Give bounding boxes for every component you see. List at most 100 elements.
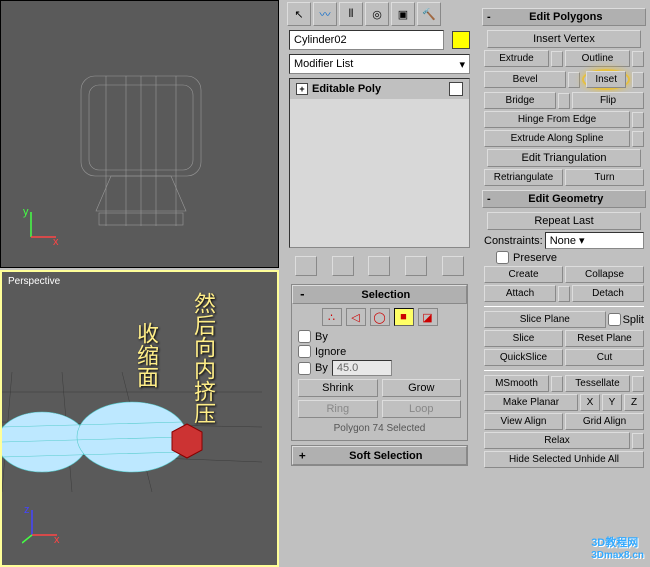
reset-plane-button[interactable]: Reset Plane	[565, 330, 644, 347]
edit-geometry-header[interactable]: -Edit Geometry	[482, 190, 646, 208]
unique-icon[interactable]	[368, 256, 390, 276]
motion-icon[interactable]: ◎	[365, 2, 389, 26]
expand-icon: +	[299, 449, 306, 462]
display-icon[interactable]: ▣	[391, 2, 415, 26]
bridge-button[interactable]: Bridge	[484, 92, 556, 109]
slice-button[interactable]: Slice	[484, 330, 563, 347]
modifier-list-dropdown[interactable]: Modifier List ▾	[289, 54, 470, 74]
planar-x-button[interactable]: X	[580, 394, 600, 411]
edit-tri-button[interactable]: Edit Triangulation	[487, 149, 641, 167]
extrude-spline-settings[interactable]	[632, 131, 644, 147]
msmooth-settings[interactable]	[551, 376, 563, 392]
bevel-button[interactable]: Bevel	[484, 71, 566, 88]
remove-icon[interactable]	[405, 256, 427, 276]
outline-button[interactable]: Outline	[565, 50, 630, 67]
soft-selection-header[interactable]: + Soft Selection	[292, 446, 467, 465]
quickslice-button[interactable]: QuickSlice	[484, 349, 563, 366]
stack-toolbar	[285, 252, 474, 280]
attach-button[interactable]: Attach	[484, 285, 556, 302]
edit-polygons-header[interactable]: -Edit Polygons	[482, 8, 646, 26]
repeat-last-button[interactable]: Repeat Last	[487, 212, 641, 230]
outline-settings[interactable]	[632, 51, 644, 67]
slice-plane-button[interactable]: Slice Plane	[484, 311, 606, 328]
collapse-button[interactable]: Collapse	[565, 266, 644, 283]
make-planar-button[interactable]: Make Planar	[484, 394, 578, 411]
constraints-dropdown[interactable]: None ▾	[545, 232, 644, 249]
flip-button[interactable]: Flip	[572, 92, 644, 109]
inset-settings[interactable]	[632, 72, 644, 88]
ring-button[interactable]: Ring	[298, 400, 378, 418]
viewport-label: Perspective	[8, 276, 60, 287]
planar-z-button[interactable]: Z	[624, 394, 644, 411]
extrude-settings[interactable]	[551, 51, 563, 67]
axis-gizmo-top: y x	[21, 207, 61, 247]
curve-tool-icon[interactable]: 〰	[313, 2, 337, 26]
cut-button[interactable]: Cut	[565, 349, 644, 366]
hinge-settings[interactable]	[632, 112, 644, 128]
object-name-field[interactable]: Cylinder02	[289, 30, 444, 50]
expand-icon[interactable]: +	[296, 83, 308, 95]
grow-button[interactable]: Grow	[382, 379, 462, 397]
turn-button[interactable]: Turn	[565, 169, 644, 186]
wireframe-top	[71, 71, 211, 231]
tessellate-button[interactable]: Tessellate	[565, 375, 630, 392]
modifier-panel: ↖ 〰 ⦀ ◎ ▣ 🔨 Cylinder02 Modifier List ▾ +…	[285, 0, 474, 567]
loop-button[interactable]: Loop	[382, 400, 462, 418]
edge-mode-icon[interactable]: ◁	[346, 308, 366, 326]
viewport-area: y x Perspective 收缩面 然后向内挤压 z	[0, 0, 279, 567]
vertex-mode-icon[interactable]: ∴	[322, 308, 342, 326]
modifier-stack[interactable]: + Editable Poly	[289, 78, 470, 248]
detach-button[interactable]: Detach	[572, 285, 644, 302]
annotation-1: 收缩面	[130, 322, 162, 388]
preserve-checkbox[interactable]	[496, 251, 509, 264]
constraints-label: Constraints:	[484, 235, 543, 247]
attach-settings[interactable]	[558, 286, 570, 302]
angle-value[interactable]: 45.0	[332, 360, 392, 376]
polygon-mode-icon[interactable]: ■	[394, 308, 414, 326]
element-mode-icon[interactable]: ◪	[418, 308, 438, 326]
watermark: 3D教程网 3Dmax8.cn	[591, 534, 644, 561]
pin-icon[interactable]	[295, 256, 317, 276]
utilities-icon[interactable]: 🔨	[417, 2, 441, 26]
relax-button[interactable]: Relax	[484, 432, 630, 449]
by-angle-checkbox[interactable]	[298, 362, 311, 375]
by-vertex-checkbox[interactable]	[298, 330, 311, 343]
selection-status: Polygon 74 Selected	[298, 421, 461, 436]
hide-selected-button[interactable]: Hide Selected Unhide All	[484, 451, 644, 468]
msmooth-button[interactable]: MSmooth	[484, 375, 549, 392]
shrink-button[interactable]: Shrink	[298, 379, 378, 397]
object-color-swatch[interactable]	[452, 31, 470, 49]
viewport-perspective[interactable]: Perspective 收缩面 然后向内挤压 z x	[0, 270, 279, 567]
planar-y-button[interactable]: Y	[602, 394, 622, 411]
viewport-top[interactable]: y x	[0, 0, 279, 268]
subobject-icons: ∴ ◁ ◯ ■ ◪	[298, 308, 461, 326]
bridge-settings[interactable]	[558, 93, 570, 109]
axis-gizmo-persp: z x	[22, 505, 62, 545]
tess-settings[interactable]	[632, 376, 644, 392]
inset-button[interactable]: Inset	[586, 71, 626, 88]
hierarchy-icon[interactable]: ⦀	[339, 2, 363, 26]
hinge-button[interactable]: Hinge From Edge	[484, 111, 630, 128]
show-end-icon[interactable]	[332, 256, 354, 276]
create-button[interactable]: Create	[484, 266, 563, 283]
select-tool-icon[interactable]: ↖	[287, 2, 311, 26]
retriangulate-button[interactable]: Retriangulate	[484, 169, 563, 186]
extrude-spline-button[interactable]: Extrude Along Spline	[484, 130, 630, 147]
ignore-checkbox[interactable]	[298, 345, 311, 358]
modifier-list-label: Modifier List	[294, 58, 353, 70]
config-icon[interactable]	[442, 256, 464, 276]
modifier-stack-item[interactable]: + Editable Poly	[290, 79, 469, 99]
selection-header[interactable]: - Selection	[292, 285, 467, 304]
modifier-toggle-icon[interactable]	[449, 82, 463, 96]
split-checkbox[interactable]	[608, 313, 621, 326]
chevron-down-icon: ▾	[459, 58, 465, 71]
view-align-button[interactable]: View Align	[484, 413, 563, 430]
extrude-button[interactable]: Extrude	[484, 50, 549, 67]
grid-align-button[interactable]: Grid Align	[565, 413, 644, 430]
collapse-icon: -	[299, 288, 306, 301]
border-mode-icon[interactable]: ◯	[370, 308, 390, 326]
inset-highlight: Inset	[582, 69, 630, 90]
bevel-settings[interactable]	[568, 72, 580, 88]
relax-settings[interactable]	[632, 433, 644, 449]
insert-vertex-button[interactable]: Insert Vertex	[487, 30, 641, 48]
